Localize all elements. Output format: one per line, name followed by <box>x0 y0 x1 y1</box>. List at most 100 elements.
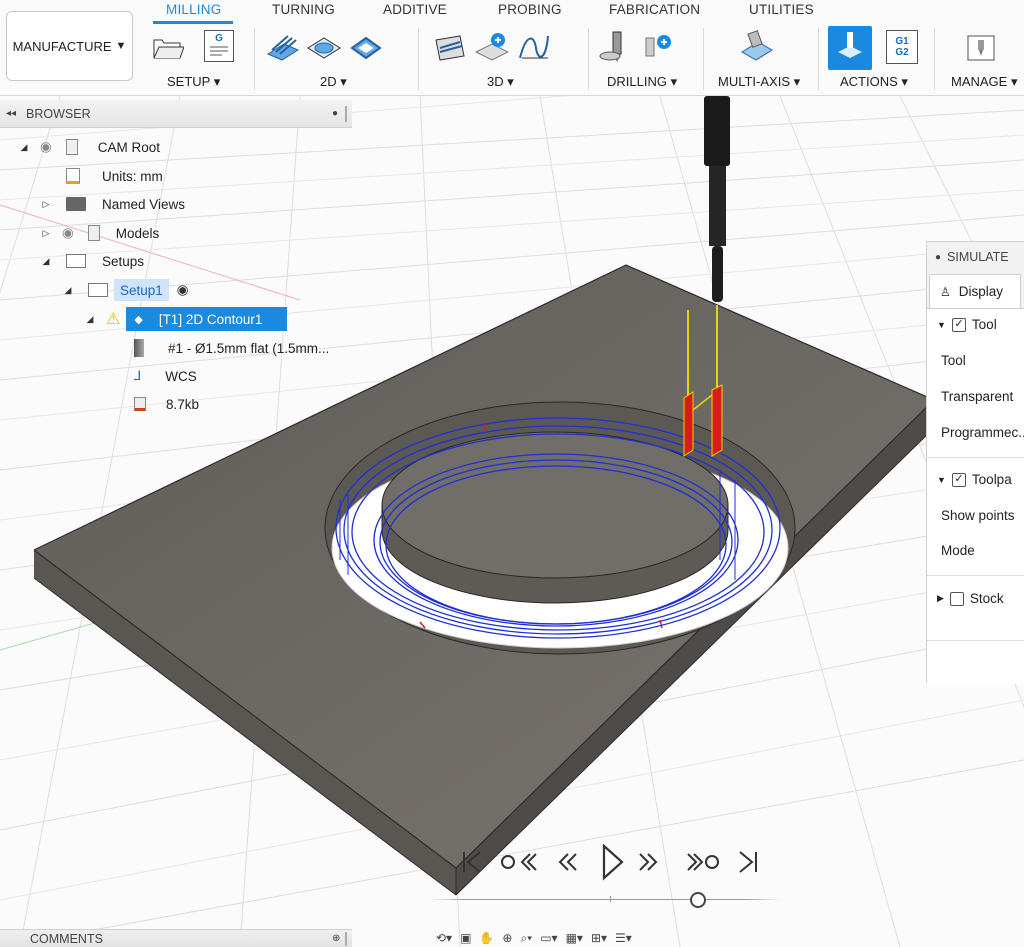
drill-icon[interactable] <box>598 30 632 64</box>
timeline-thumb[interactable] <box>690 892 706 908</box>
look-at-icon[interactable]: ▣ <box>460 931 471 945</box>
3d-adaptive-icon[interactable] <box>432 30 466 64</box>
tool-section-header[interactable]: ▼ ✓ Tool <box>937 317 997 332</box>
toolpath-checkbox[interactable]: ✓ <box>951 472 966 487</box>
collapse-panel-icon[interactable]: ◂◂ <box>6 108 16 119</box>
open-folder-icon <box>66 254 86 268</box>
workspace-switcher[interactable]: MANUFACTURE ▼ <box>6 11 133 81</box>
display-tab-label: Display <box>958 284 1004 299</box>
post-process-icon[interactable]: G <box>204 30 234 62</box>
manage-group-label[interactable]: MANAGE ▾ <box>951 74 1017 90</box>
3d-group-label[interactable]: 3D ▾ <box>487 74 514 90</box>
step-forward-icon[interactable] <box>639 853 658 871</box>
timeline-slider[interactable] <box>430 892 780 908</box>
drilling-group-label[interactable]: DRILLING ▾ <box>607 74 677 90</box>
tab-milling[interactable]: MILLING <box>166 2 221 17</box>
tab-fabrication[interactable]: FABRICATION <box>609 2 700 17</box>
ribbon-divider <box>418 28 419 90</box>
grid-settings-icon[interactable]: ▦▾ <box>566 931 583 945</box>
stock-section-header[interactable]: ▶ Stock <box>937 591 1004 606</box>
component-icon <box>65 139 78 155</box>
tab-display[interactable]: ♙ Display <box>929 274 1021 308</box>
display-settings-icon[interactable]: ▭▾ <box>540 931 557 945</box>
tab-utilities[interactable]: UTILITIES <box>749 2 814 17</box>
tool-checkbox[interactable]: ✓ <box>951 317 966 332</box>
drill-add-icon[interactable] <box>640 30 674 64</box>
tree-label: WCS <box>165 368 197 384</box>
3d-pocket-icon[interactable] <box>474 30 510 64</box>
simulate-header: ● SIMULATE <box>927 242 1024 272</box>
multiaxis-icon[interactable] <box>738 30 773 64</box>
sim-row-show-points[interactable]: Show points <box>941 508 1015 523</box>
collapsed-triangle-icon[interactable]: ▷ <box>40 199 52 210</box>
tree-node-wcs[interactable]: ⅃ WCS <box>134 364 197 388</box>
2d-adaptive-icon[interactable] <box>264 30 300 64</box>
pin-icon[interactable]: ● <box>332 108 338 119</box>
sim-row-transparent[interactable]: Transparent <box>941 389 1013 404</box>
folder-icon <box>66 197 86 211</box>
pan-hand-icon[interactable]: ✋ <box>479 931 494 945</box>
tab-turning[interactable]: TURNING <box>272 2 335 17</box>
tree-node-file-size[interactable]: 8.7kb <box>134 392 199 416</box>
tree-node-units[interactable]: Units: mm <box>66 164 163 188</box>
expanded-triangle-icon[interactable]: ◢ <box>84 314 96 325</box>
collapse-icon[interactable]: ● <box>935 252 941 263</box>
setup-group-label[interactable]: SETUP ▾ <box>167 74 220 90</box>
visibility-eye-icon[interactable]: ◉ <box>62 225 74 241</box>
zoom-icon[interactable]: ⊕ <box>502 931 512 945</box>
tree-label: 8.7kb <box>166 396 200 412</box>
skip-to-start-icon[interactable] <box>463 851 481 873</box>
orbit-icon[interactable]: ⟲▾ <box>436 931 452 945</box>
tree-node-2d-contour[interactable]: ◢ ⚠ ◆ [T1] 2D Contour1 <box>84 307 288 331</box>
tab-additive[interactable]: ADDITIVE <box>383 2 447 17</box>
sim-row-programmed[interactable]: Programmec... <box>941 425 1024 440</box>
step-back-icon[interactable] <box>558 853 577 871</box>
post-process-gcode-icon[interactable]: G1 G2 <box>886 30 918 64</box>
tree-node-named-views[interactable]: ▷ Named Views <box>40 192 186 216</box>
2d-contour-icon[interactable] <box>348 30 382 64</box>
visibility-eye-icon[interactable]: ◉ <box>40 139 52 155</box>
expanded-triangle-icon[interactable]: ◢ <box>62 285 74 296</box>
tree-node-models[interactable]: ▷ ◉ Models <box>40 221 159 245</box>
collapsed-triangle-icon[interactable]: ▶ <box>937 593 944 604</box>
collapsed-triangle-icon[interactable]: ▷ <box>40 228 52 239</box>
sim-row-mode[interactable]: Mode <box>941 543 975 558</box>
actions-group-label[interactable]: ACTIONS ▾ <box>840 74 908 90</box>
panel-divider-handle[interactable] <box>345 931 347 946</box>
3d-flow-icon[interactable] <box>516 30 550 64</box>
stock-checkbox[interactable] <box>949 591 964 606</box>
browser-title: BROWSER <box>26 106 91 121</box>
toolpath-section-header[interactable]: ▼ ✓ Toolpa <box>937 472 1012 487</box>
2d-pocket-icon[interactable] <box>306 30 341 64</box>
tree-node-cam-root[interactable]: ◢ ◉ CAM Root <box>18 135 160 159</box>
sim-row-tool[interactable]: Tool <box>941 353 966 368</box>
panel-divider-handle[interactable] <box>345 105 347 122</box>
expanded-triangle-icon[interactable]: ◢ <box>18 142 30 153</box>
previous-operation-icon[interactable] <box>501 853 537 871</box>
new-setup-icon[interactable] <box>150 30 185 64</box>
tab-probing[interactable]: PROBING <box>498 2 562 17</box>
expanded-triangle-icon[interactable]: ◢ <box>40 256 52 267</box>
simulate-icon[interactable] <box>828 26 872 70</box>
toolbar-ribbon: MANUFACTURE ▼ MILLING TURNING ADDITIVE P… <box>0 0 1024 96</box>
playback-controls <box>456 842 776 882</box>
expanded-triangle-icon[interactable]: ▼ <box>937 320 946 330</box>
tool-library-icon[interactable] <box>964 30 998 64</box>
next-operation-icon[interactable] <box>687 853 719 871</box>
tree-node-setups[interactable]: ◢ Setups <box>40 249 145 273</box>
skip-to-end-icon[interactable] <box>739 851 757 873</box>
activate-setup-radio-icon[interactable]: ◉ <box>177 282 189 298</box>
add-comment-icon[interactable]: ⊕ <box>332 933 340 944</box>
timeline-marker <box>610 896 611 902</box>
tree-node-tool[interactable]: #1 - Ø1.5mm flat (1.5mm... <box>134 336 329 360</box>
expanded-triangle-icon[interactable]: ▼ <box>937 475 946 485</box>
tree-node-setup1[interactable]: ◢ Setup1 ◉ <box>62 278 189 302</box>
layers-icon[interactable]: ☰▾ <box>615 931 632 945</box>
simulate-title: SIMULATE <box>947 250 1009 264</box>
play-icon[interactable] <box>602 843 624 881</box>
multiaxis-group-label[interactable]: MULTI-AXIS ▾ <box>718 74 800 90</box>
viewports-icon[interactable]: ⊞▾ <box>591 931 607 945</box>
2d-group-label[interactable]: 2D ▾ <box>320 74 347 90</box>
ribbon-divider <box>818 28 819 90</box>
fit-zoom-icon[interactable]: ⌕▾ <box>520 931 532 946</box>
